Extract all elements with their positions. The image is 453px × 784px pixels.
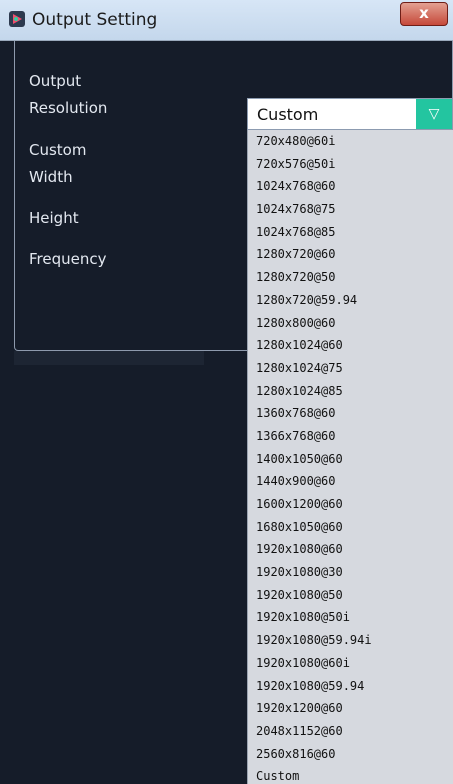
resolution-option[interactable]: 2560x816@60 (248, 743, 453, 766)
resolution-option[interactable]: 1280x1024@60 (248, 334, 453, 357)
resolution-options-list[interactable]: 720x480@60i 720x576@50i 1024x768@60 1024x76… (247, 130, 453, 784)
close-button[interactable]: x (400, 2, 448, 26)
resolution-option[interactable]: 1024x768@75 (248, 198, 453, 221)
output-resolution-select[interactable]: Custom ▽ (247, 98, 453, 130)
resolution-option[interactable]: 1600x1200@60 (248, 493, 453, 516)
resolution-option[interactable]: 720x480@60i (248, 130, 453, 153)
resolution-option[interactable]: 1920x1080@60i (248, 652, 453, 675)
resolution-option[interactable]: 1920x1080@59.94 (248, 675, 453, 698)
resolution-option[interactable]: 1280x800@60 (248, 312, 453, 335)
custom-width-label-line2: Width (29, 168, 73, 186)
custom-width-label-line1: Custom (29, 141, 87, 159)
resolution-option[interactable]: 1920x1080@59.94i (248, 629, 453, 652)
output-resolution-label-line2: Resolution (29, 99, 108, 117)
resolution-option[interactable]: 1280x720@60 (248, 243, 453, 266)
resolution-option[interactable]: 1920x1080@50 (248, 584, 453, 607)
app-logo-icon (8, 10, 26, 28)
window-title: Output Setting (32, 10, 158, 30)
panel-shadow (14, 351, 204, 365)
resolution-option[interactable]: 1280x720@50 (248, 266, 453, 289)
resolution-option[interactable]: 1400x1050@60 (248, 448, 453, 471)
height-label: Height (29, 209, 79, 227)
resolution-option[interactable]: 1280x1024@85 (248, 380, 453, 403)
resolution-option[interactable]: 1920x1080@30 (248, 561, 453, 584)
resolution-option[interactable]: 1680x1050@60 (248, 516, 453, 539)
frequency-label: Frequency (29, 250, 107, 268)
resolution-option[interactable]: 1920x1080@60 (248, 538, 453, 561)
resolution-option[interactable]: 1280x1024@75 (248, 357, 453, 380)
resolution-option[interactable]: 1024x768@85 (248, 221, 453, 244)
output-resolution-label-line1: Output (29, 72, 82, 90)
resolution-option[interactable]: 1920x1200@60 (248, 697, 453, 720)
resolution-option[interactable]: 1920x1080@50i (248, 606, 453, 629)
resolution-option[interactable]: 1366x768@60 (248, 425, 453, 448)
selected-resolution: Custom (257, 105, 319, 124)
resolution-option[interactable]: 1440x900@60 (248, 470, 453, 493)
resolution-option[interactable]: 1360x768@60 (248, 402, 453, 425)
resolution-option[interactable]: 720x576@50i (248, 153, 453, 176)
resolution-option[interactable]: 1280x720@59.94 (248, 289, 453, 312)
resolution-option[interactable]: 1024x768@60 (248, 175, 453, 198)
dropdown-arrow-icon[interactable]: ▽ (416, 99, 452, 129)
title-bar: Output Setting x (0, 0, 453, 41)
resolution-option[interactable]: 2048x1152@60 (248, 720, 453, 743)
resolution-option[interactable]: Custom (248, 765, 453, 784)
